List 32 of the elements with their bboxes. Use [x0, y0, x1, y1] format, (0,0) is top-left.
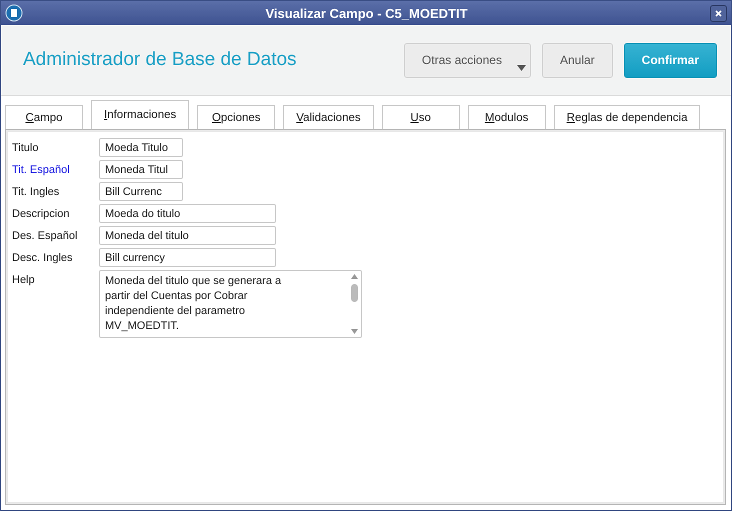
field-label: Tit. Español	[12, 163, 71, 176]
input-field[interactable]: Moneda del titulo	[99, 226, 276, 245]
tab[interactable]: Uso	[382, 105, 460, 129]
app-title: Administrador de Base de Datos	[23, 49, 298, 71]
menu-button[interactable]: Otras acciones	[404, 42, 531, 78]
app-logo-icon	[5, 4, 23, 22]
field-label: Descripcion	[12, 207, 70, 220]
input-field[interactable]: Moeda do titulo	[99, 204, 276, 223]
input-field[interactable]: Bill currency	[99, 248, 276, 267]
tab[interactable]: Informaciones	[91, 100, 190, 129]
scroll-up-icon[interactable]	[350, 274, 358, 279]
input-field[interactable]: Moneda Titul	[99, 160, 183, 179]
close-icon	[715, 10, 722, 16]
help-text-area[interactable]: Moneda del titulo que se generara a partir del Cuentas por Cobrar independiente del parametro MV_MOEDTIT.	[99, 270, 362, 338]
tab[interactable]: Reglas de dependencia	[554, 105, 700, 129]
field-label: Desc. Ingles	[12, 251, 74, 264]
scrollbar-thumb[interactable]	[350, 284, 358, 302]
scroll-down-icon[interactable]	[350, 329, 358, 334]
field-label: Titulo	[12, 141, 40, 154]
tab[interactable]: Modulos	[468, 105, 546, 129]
input-field[interactable]: Bill Currenc	[99, 182, 183, 201]
action-button[interactable]: Anular	[542, 42, 613, 78]
field-label: Tit. Ingles	[12, 185, 60, 198]
field-label: Help	[12, 273, 36, 286]
tab[interactable]: Opciones	[197, 105, 276, 129]
tab[interactable]: Validaciones	[283, 105, 374, 129]
window-title: Visualizar Campo - C5_MOEDTIT	[264, 6, 469, 20]
input-field[interactable]: Moeda Titulo	[99, 138, 183, 157]
close-button[interactable]	[710, 4, 727, 22]
caret-icon	[516, 64, 526, 70]
field-label: Des. Español	[12, 229, 78, 242]
tab[interactable]: Campo	[5, 105, 83, 129]
